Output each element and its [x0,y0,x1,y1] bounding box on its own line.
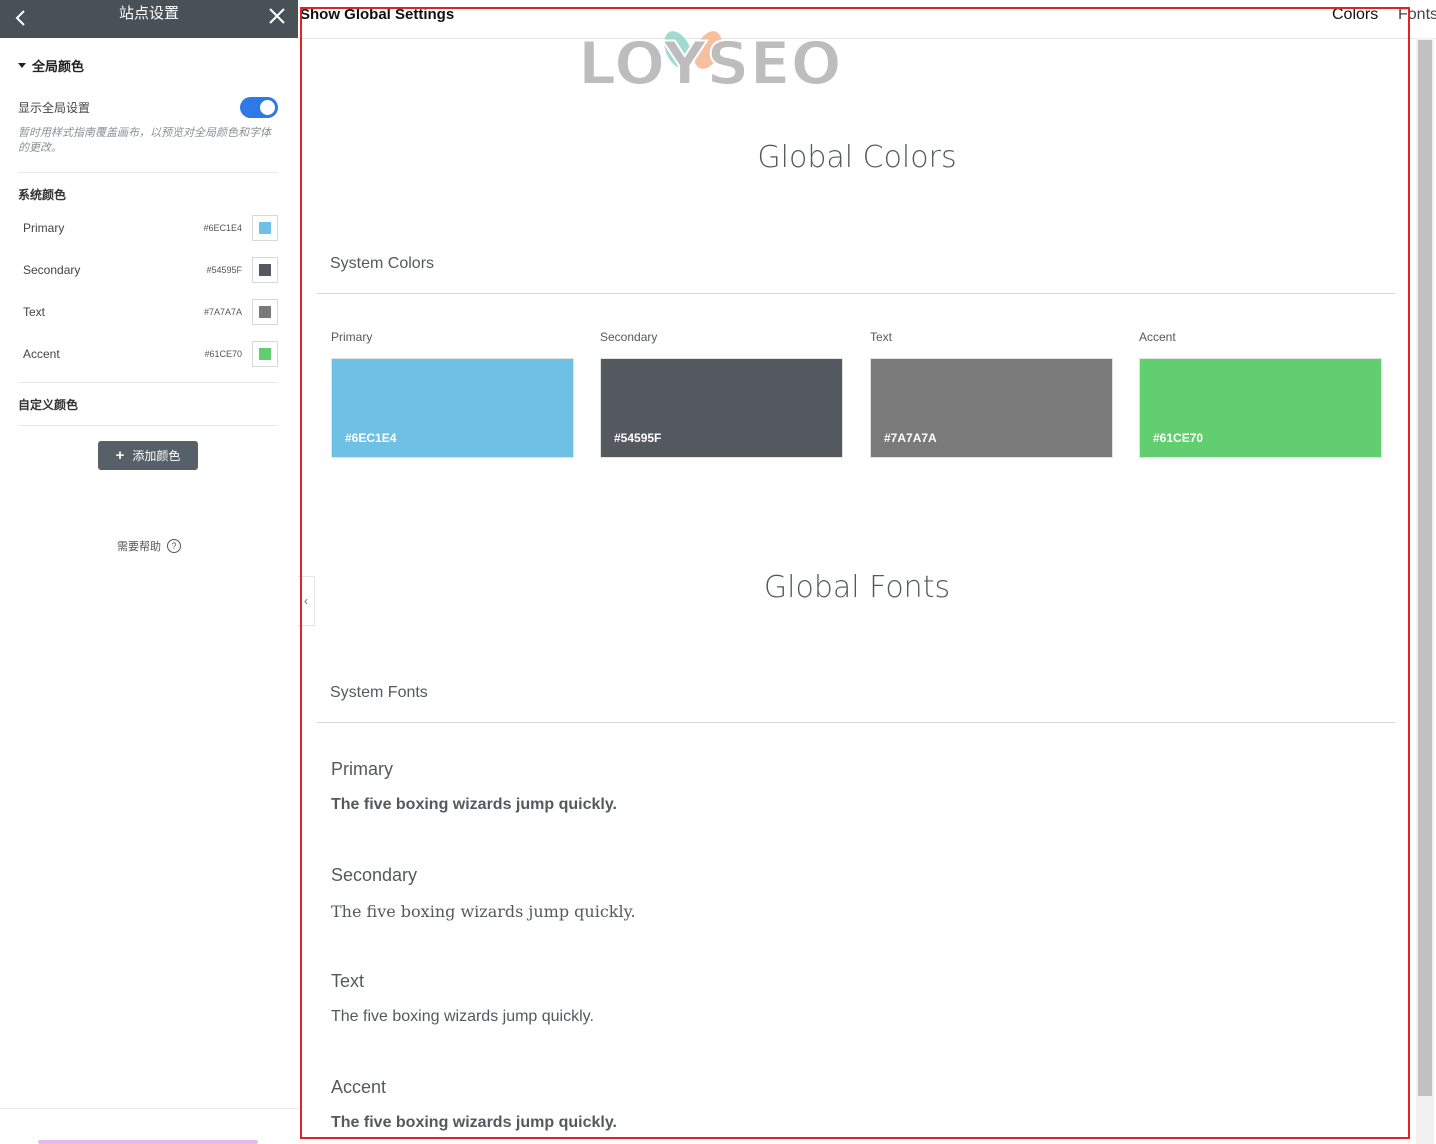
color-card-secondary[interactable]: Secondary #54595F [600,330,843,458]
color-name: Secondary [23,263,81,277]
color-card-accent[interactable]: Accent #61CE70 [1139,330,1382,458]
toggle-label: 显示全局设置 [18,100,91,115]
topbar-title: Show Global Settings [300,6,455,23]
color-name: Primary [23,221,65,235]
logo-text: LOYSEO [578,29,842,90]
custom-colors-label: 自定义颜色 [18,398,79,412]
color-row-text: Text #7A7A7A [23,298,278,326]
panel-header: 站点设置 [0,0,298,38]
color-hex: #61CE70 [204,349,242,359]
swatch-fill [259,306,271,318]
color-card-swatch: #7A7A7A [870,358,1113,458]
color-name: Accent [23,347,60,361]
add-color-button[interactable]: + 添加颜色 [98,441,198,470]
chevron-left-icon: ‹ [304,594,308,608]
color-card-primary[interactable]: Primary #6EC1E4 [331,330,574,458]
help-circle-icon: ? [167,539,181,553]
system-colors-label: 系统颜色 [18,188,67,202]
font-sample: The five boxing wizards jump quickly. [331,902,636,921]
system-colors-heading: System Colors [330,255,435,272]
card-label: Primary [331,330,373,344]
color-picker-swatch[interactable] [252,341,278,367]
global-colors-section-toggle[interactable]: 全局颜色 [18,56,84,75]
font-secondary[interactable]: Secondary The five boxing wizards jump q… [331,865,636,921]
color-hex: #7A7A7A [203,307,242,317]
color-card-text[interactable]: Text #7A7A7A [870,330,1113,458]
publish-button[interactable] [38,1140,258,1144]
nav-fonts-link[interactable]: Fonts [1398,6,1436,24]
card-hex: #6EC1E4 [345,431,397,445]
font-primary[interactable]: Primary The five boxing wizards jump qui… [331,759,617,814]
toggle-knob [260,99,275,115]
swatch-fill [259,222,271,234]
panel-title: 站点设置 [118,5,179,22]
font-accent[interactable]: Accent The five boxing wizards jump quic… [331,1077,617,1132]
color-row-secondary: Secondary #54595F [23,256,278,284]
toggle-hint: 暂时用样式指南覆盖画布，以预览对全局颜色和字体的更改。 [18,127,271,154]
color-picker-swatch[interactable] [252,299,278,325]
color-card-swatch: #6EC1E4 [331,358,574,458]
color-hex: #6EC1E4 [203,223,242,233]
system-fonts-heading: System Fonts [330,684,428,701]
caret-down-icon [18,63,26,68]
loyseo-logo: LOYSEO [578,28,843,90]
color-hex: #54595F [206,265,242,275]
style-guide-topbar: Show Global Settings Colors Fonts [298,0,1436,39]
font-text[interactable]: Text The five boxing wizards jump quickl… [331,971,594,1026]
divider [18,382,278,383]
divider [18,172,278,173]
font-label: Secondary [331,865,418,885]
card-hex: #54595F [614,431,662,445]
color-row-accent: Accent #61CE70 [23,340,278,368]
need-help-link[interactable]: 需要帮助 ? [0,538,298,554]
swatch-fill [259,264,271,276]
show-global-settings-row: 显示全局设置 [18,96,278,118]
plus-icon: + [115,447,125,464]
font-sample: The five boxing wizards jump quickly. [331,1008,594,1025]
section-title-label: 全局颜色 [32,59,85,74]
color-name: Text [23,305,46,319]
divider [317,293,1395,294]
collapse-panel-handle[interactable]: ‹ [298,576,315,626]
card-label: Secondary [600,330,658,344]
preview-canvas: Show Global Settings Colors Fonts LOYSEO… [298,0,1436,1144]
help-label: 需要帮助 [117,541,161,553]
show-global-settings-toggle[interactable] [240,96,278,118]
global-colors-heading: Global Colors [757,140,957,175]
nav-colors-link[interactable]: Colors [1332,6,1378,24]
font-label: Accent [331,1077,387,1097]
global-fonts-heading: Global Fonts [763,570,951,605]
color-picker-swatch[interactable] [252,215,278,241]
divider [18,425,278,426]
divider [317,722,1395,723]
color-card-swatch: #61CE70 [1139,358,1382,458]
font-sample: The five boxing wizards jump quickly. [331,1114,617,1131]
card-label: Accent [1139,330,1176,344]
color-picker-swatch[interactable] [252,257,278,283]
font-label: Text [331,971,365,991]
scrollbar-thumb[interactable] [1418,40,1432,1096]
font-sample: The five boxing wizards jump quickly. [331,796,617,813]
swatch-fill [259,348,271,360]
font-label: Primary [331,759,393,779]
color-card-swatch: #54595F [600,358,843,458]
add-color-label: 添加颜色 [132,449,181,463]
site-settings-panel: 站点设置 全局颜色 显示全局设置 暂时用样式指南覆盖画布，以预览对全局颜色和字体… [0,0,299,1144]
card-hex: #61CE70 [1153,431,1204,445]
card-label: Text [870,330,893,344]
color-row-primary: Primary #6EC1E4 [23,214,278,242]
card-hex: #7A7A7A [884,431,937,445]
panel-footer-divider [0,1108,298,1109]
close-icon[interactable] [268,7,286,25]
